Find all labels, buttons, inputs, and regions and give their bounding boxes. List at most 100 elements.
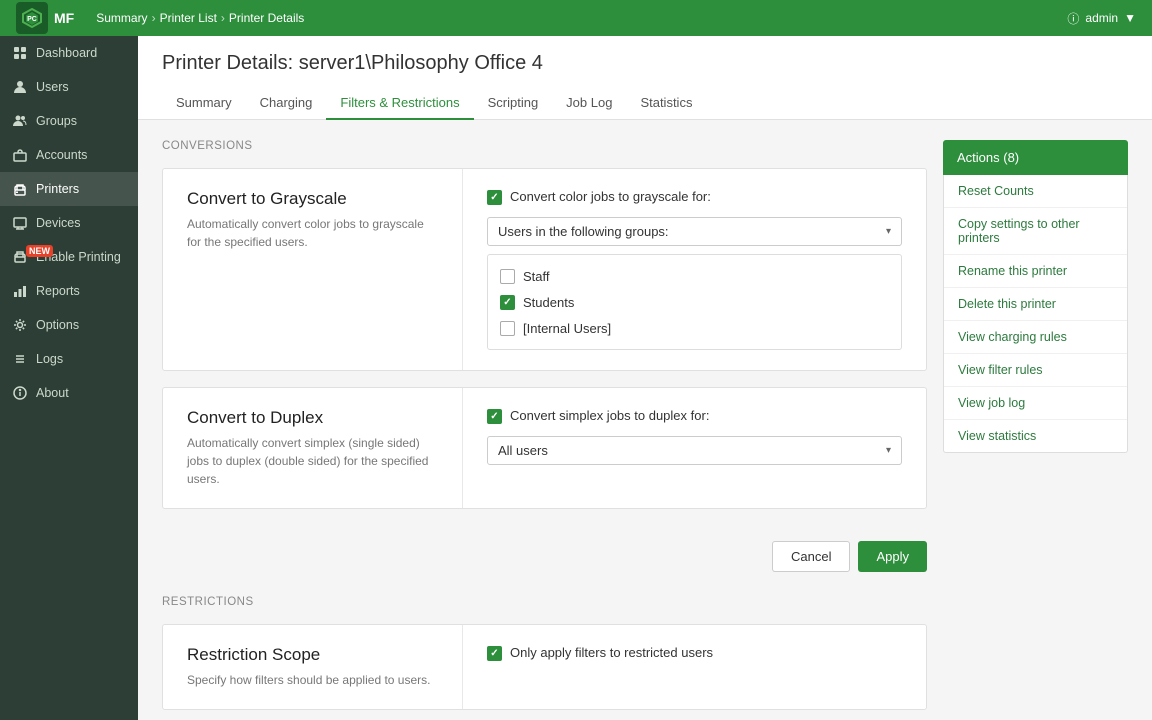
breadcrumb-current: Printer Details	[229, 11, 304, 25]
tab-filters-restrictions[interactable]: Filters & Restrictions	[326, 87, 473, 120]
duplex-dropdown-value: All users	[498, 443, 548, 458]
action-delete-printer[interactable]: Delete this printer	[944, 288, 1127, 321]
grayscale-groups-list: Staff ✓ Students [I	[487, 254, 902, 350]
internal-users-checkbox[interactable]	[500, 321, 515, 336]
apply-button[interactable]: Apply	[858, 541, 927, 572]
sidebar-label: Devices	[36, 216, 80, 230]
sidebar-item-dashboard[interactable]: Dashboard	[0, 36, 138, 70]
breadcrumb: Summary › Printer List › Printer Details	[96, 11, 304, 25]
students-label: Students	[523, 295, 574, 310]
info-icon	[12, 385, 28, 401]
chevron-down-icon: ▾	[886, 445, 891, 456]
grayscale-section: Convert to Grayscale Automatically conve…	[162, 168, 927, 371]
restriction-scope-label: Only apply filters to restricted users	[510, 645, 713, 660]
person-icon	[12, 79, 28, 95]
grayscale-cols: Convert to Grayscale Automatically conve…	[163, 169, 926, 370]
sidebar-item-accounts[interactable]: Accounts	[0, 138, 138, 172]
sidebar-label: Accounts	[36, 148, 87, 162]
check-mark: ✓	[490, 648, 498, 659]
sidebar-label: Logs	[36, 352, 63, 366]
main-content: Printer Details: server1\Philosophy Offi…	[138, 36, 1152, 720]
grayscale-desc: Automatically convert color jobs to gray…	[187, 215, 438, 251]
sidebar-label: Dashboard	[36, 46, 97, 60]
action-reset-counts[interactable]: Reset Counts	[944, 175, 1127, 208]
grayscale-dropdown[interactable]: Users in the following groups: ▾	[487, 217, 902, 246]
topbar: PC MF Summary › Printer List › Printer D…	[0, 0, 1152, 36]
duplex-checkbox-row: ✓ Convert simplex jobs to duplex for:	[487, 408, 902, 424]
sidebar-item-options[interactable]: Options	[0, 308, 138, 342]
action-view-job-log[interactable]: View job log	[944, 387, 1127, 420]
tab-scripting[interactable]: Scripting	[474, 87, 553, 120]
action-view-filter-rules[interactable]: View filter rules	[944, 354, 1127, 387]
content-area: Conversions Convert to Grayscale Automat…	[138, 120, 1152, 720]
sidebar-item-groups[interactable]: Groups	[0, 104, 138, 138]
sidebar-item-printers[interactable]: Printers	[0, 172, 138, 206]
grayscale-checkbox-label: Convert color jobs to grayscale for:	[510, 189, 711, 204]
cancel-button[interactable]: Cancel	[772, 541, 850, 572]
page-title: Printer Details: server1\Philosophy Offi…	[162, 52, 1128, 75]
action-rename-printer[interactable]: Rename this printer	[944, 255, 1127, 288]
duplex-left: Convert to Duplex Automatically convert …	[163, 388, 463, 508]
staff-label: Staff	[523, 269, 550, 284]
restriction-scope-left: Restriction Scope Specify how filters sh…	[163, 625, 463, 709]
students-checkbox[interactable]: ✓	[500, 295, 515, 310]
duplex-checkbox[interactable]: ✓	[487, 409, 502, 424]
actions-panel: Actions (8) Reset Counts Copy settings t…	[943, 140, 1128, 720]
restriction-scope-section: Restriction Scope Specify how filters sh…	[162, 624, 927, 710]
action-view-statistics[interactable]: View statistics	[944, 420, 1127, 452]
topbar-admin[interactable]: ⓘ admin ▼	[1067, 10, 1136, 27]
duplex-dropdown[interactable]: All users ▾	[487, 436, 902, 465]
logo-text: MF	[54, 11, 74, 25]
sidebar-item-reports[interactable]: Reports	[0, 274, 138, 308]
grayscale-checkbox-row: ✓ Convert color jobs to grayscale for:	[487, 189, 902, 205]
group-staff: Staff	[500, 263, 889, 289]
restriction-scope-right: ✓ Only apply filters to restricted users	[463, 625, 926, 709]
logo-area: PC MF	[16, 2, 74, 34]
duplex-checkbox-label: Convert simplex jobs to duplex for:	[510, 408, 709, 423]
restriction-scope-checkbox-row: ✓ Only apply filters to restricted users	[487, 645, 902, 661]
sidebar-item-logs[interactable]: Logs	[0, 342, 138, 376]
restriction-scope-checkbox[interactable]: ✓	[487, 646, 502, 661]
restriction-scope-cols: Restriction Scope Specify how filters sh…	[163, 625, 926, 709]
actions-header: Actions (8)	[943, 140, 1128, 175]
sidebar-label: Options	[36, 318, 79, 332]
papercut-logo-icon: PC	[21, 7, 43, 29]
sidebar-item-devices[interactable]: Devices	[0, 206, 138, 240]
breadcrumb-printer-list[interactable]: Printer List	[160, 11, 217, 25]
tab-statistics[interactable]: Statistics	[626, 87, 706, 120]
topbar-left: PC MF Summary › Printer List › Printer D…	[16, 2, 304, 34]
grayscale-dropdown-value: Users in the following groups:	[498, 224, 669, 239]
sidebar: Dashboard Users Groups Accounts Printers	[0, 36, 138, 720]
gear-icon	[12, 317, 28, 333]
grid-icon	[12, 45, 28, 61]
restriction-scope-desc: Specify how filters should be applied to…	[187, 671, 438, 689]
duplex-right: ✓ Convert simplex jobs to duplex for: Al…	[463, 388, 926, 508]
restriction-scope-title: Restriction Scope	[187, 645, 438, 665]
device-icon	[12, 215, 28, 231]
sidebar-label: Users	[36, 80, 69, 94]
layout: Dashboard Users Groups Accounts Printers	[0, 36, 1152, 720]
new-badge: NEW	[26, 245, 53, 257]
logo-box: PC	[16, 2, 48, 34]
list-icon	[12, 351, 28, 367]
staff-checkbox[interactable]	[500, 269, 515, 284]
check-mark: ✓	[503, 297, 511, 308]
sidebar-item-about[interactable]: About	[0, 376, 138, 410]
breadcrumb-printers[interactable]: Summary	[96, 11, 147, 25]
sidebar-item-enable-printing[interactable]: Enable Printing NEW	[0, 240, 138, 274]
duplex-cols: Convert to Duplex Automatically convert …	[163, 388, 926, 508]
action-view-charging-rules[interactable]: View charging rules	[944, 321, 1127, 354]
grayscale-checkbox[interactable]: ✓	[487, 190, 502, 205]
action-copy-settings[interactable]: Copy settings to other printers	[944, 208, 1127, 255]
sidebar-label: Reports	[36, 284, 80, 298]
page-header: Printer Details: server1\Philosophy Offi…	[138, 36, 1152, 120]
sidebar-item-users[interactable]: Users	[0, 70, 138, 104]
sidebar-label: About	[36, 386, 69, 400]
tab-job-log[interactable]: Job Log	[552, 87, 626, 120]
admin-chevron-icon: ▼	[1124, 11, 1136, 25]
duplex-desc: Automatically convert simplex (single si…	[187, 434, 438, 488]
tab-charging[interactable]: Charging	[246, 87, 327, 120]
duplex-title: Convert to Duplex	[187, 408, 438, 428]
tabs: Summary Charging Filters & Restrictions …	[162, 87, 1128, 119]
tab-summary[interactable]: Summary	[162, 87, 246, 120]
